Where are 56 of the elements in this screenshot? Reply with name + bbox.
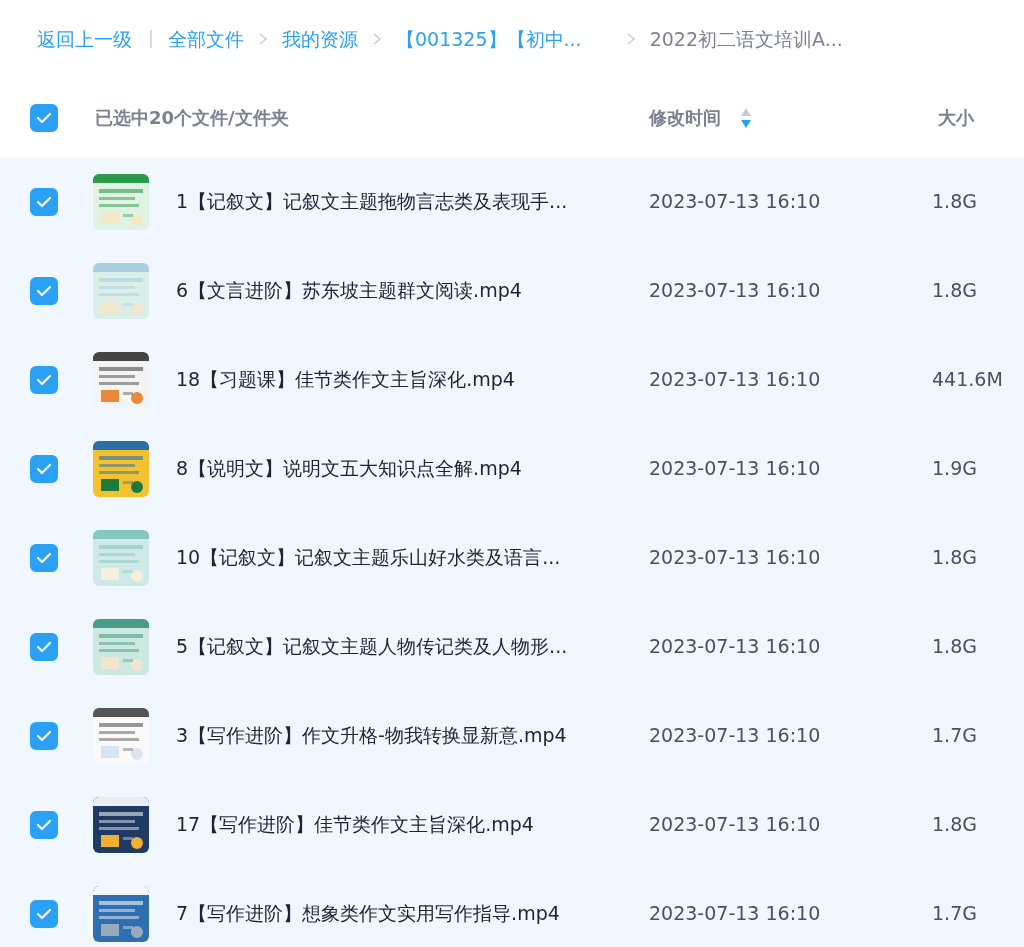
checkbox[interactable] bbox=[30, 810, 58, 839]
chevron-right-icon bbox=[372, 33, 382, 45]
file-size: 1.8G bbox=[932, 634, 978, 660]
modified-time: 2023-07-13 16:10 bbox=[649, 278, 822, 304]
file-name[interactable]: 10【记叙文】记叙文主题乐山好水类及语言... bbox=[176, 543, 649, 572]
check-icon bbox=[36, 284, 52, 297]
file-name[interactable]: 8【说明文】说明文五大知识点全解.mp4 bbox=[176, 454, 649, 483]
checkbox[interactable] bbox=[30, 543, 58, 572]
check-icon bbox=[36, 907, 52, 920]
file-name[interactable]: 3【写作进阶】作文升格-物我转换显新意.mp4 bbox=[176, 721, 649, 750]
check-icon bbox=[36, 640, 52, 653]
chevron-right-icon bbox=[258, 33, 268, 45]
check-icon bbox=[36, 373, 52, 386]
check-icon bbox=[36, 195, 52, 208]
check-icon bbox=[36, 551, 52, 564]
checkbox[interactable] bbox=[30, 632, 58, 661]
divider-icon bbox=[150, 30, 152, 48]
checkbox[interactable] bbox=[30, 103, 58, 132]
check-icon bbox=[36, 818, 52, 831]
modified-time: 2023-07-13 16:10 bbox=[649, 901, 822, 927]
file-name[interactable]: 5【记叙文】记叙文主题人物传记类及人物形... bbox=[176, 632, 649, 661]
column-header[interactable]: 修改时间 bbox=[649, 104, 721, 131]
selection-count: 已选中20个文件/文件夹 bbox=[94, 106, 290, 130]
column-header[interactable]: 大小 bbox=[932, 104, 974, 131]
modified-time: 2023-07-13 16:10 bbox=[649, 367, 822, 393]
check-icon bbox=[36, 729, 52, 742]
check-icon bbox=[36, 462, 52, 475]
breadcrumb-current: 2022初二语文培训A... bbox=[649, 26, 843, 52]
modified-time: 2023-07-13 16:10 bbox=[649, 723, 822, 749]
file-name[interactable]: 18【习题课】佳节类作文主旨深化.mp4 bbox=[176, 365, 649, 394]
modified-time: 2023-07-13 16:10 bbox=[649, 634, 822, 660]
check-icon bbox=[36, 111, 52, 124]
file-size: 1.9G bbox=[932, 456, 978, 482]
sort-icon[interactable] bbox=[740, 106, 752, 129]
checkbox[interactable] bbox=[30, 365, 58, 394]
checkbox[interactable] bbox=[30, 276, 58, 305]
checkbox[interactable] bbox=[30, 187, 58, 216]
modified-time: 2023-07-13 16:10 bbox=[649, 812, 822, 838]
file-size: 1.8G bbox=[932, 189, 978, 215]
checkbox[interactable] bbox=[30, 721, 58, 750]
file-size: 441.6M bbox=[932, 367, 1004, 393]
modified-time: 2023-07-13 16:10 bbox=[649, 189, 822, 215]
file-size: 1.8G bbox=[932, 812, 978, 838]
checkbox[interactable] bbox=[30, 899, 58, 928]
file-name[interactable]: 6【文言进阶】苏东坡主题群文阅读.mp4 bbox=[176, 276, 649, 305]
chevron-right-icon bbox=[625, 33, 636, 45]
modified-time: 2023-07-13 16:10 bbox=[649, 456, 822, 482]
file-size: 1.7G bbox=[932, 901, 978, 927]
file-name[interactable]: 1【记叙文】记叙文主题拖物言志类及表现手... bbox=[176, 187, 649, 216]
modified-time: 2023-07-13 16:10 bbox=[649, 545, 822, 571]
file-size: 1.7G bbox=[932, 723, 978, 749]
file-size: 1.8G bbox=[932, 278, 978, 304]
file-size: 1.8G bbox=[932, 545, 978, 571]
file-name[interactable]: 7【写作进阶】想象类作文实用写作指导.mp4 bbox=[176, 899, 649, 928]
file-name[interactable]: 17【写作进阶】佳节类作文主旨深化.mp4 bbox=[176, 810, 649, 839]
checkbox[interactable] bbox=[30, 454, 58, 483]
